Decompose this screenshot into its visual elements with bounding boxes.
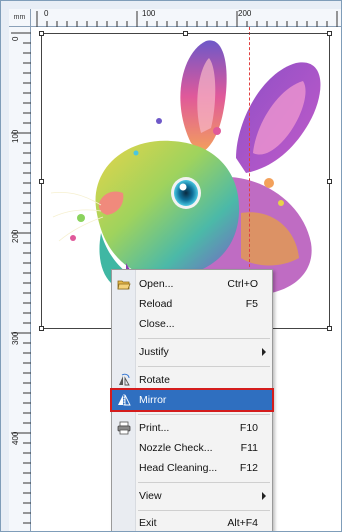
menu-item-label: View: [139, 490, 162, 502]
menu-item-label: Close...: [139, 318, 175, 330]
folder-open-icon: [117, 280, 131, 290]
context-menu: Open... Ctrl+O Reload F5 Close... Justif…: [110, 269, 274, 531]
ruler-left-label-400: 400: [11, 431, 20, 445]
mirror-icon: [118, 394, 131, 406]
menu-separator: [138, 366, 270, 367]
menu-item-shortcut: F11: [240, 442, 258, 454]
menu-item-reload[interactable]: Reload F5: [112, 294, 272, 314]
menu-item-label: Print...: [139, 422, 170, 434]
menu-item-open[interactable]: Open... Ctrl+O: [112, 274, 272, 294]
menu-item-view[interactable]: View: [112, 486, 272, 506]
ruler-left-label-0: 0: [11, 36, 20, 41]
menu-item-label: Open...: [139, 278, 174, 290]
vertical-ruler-ticks: [11, 32, 31, 524]
rotate-icon: [119, 373, 130, 386]
menu-item-label: Rotate: [139, 374, 170, 386]
resize-handle[interactable]: [39, 179, 44, 184]
ruler-left-label-100: 100: [11, 129, 20, 143]
submenu-arrow-icon: [262, 348, 266, 356]
menu-item-mirror[interactable]: Mirror: [110, 388, 274, 412]
horizontal-ruler-ticks: [36, 11, 338, 27]
menu-item-shortcut: Alt+F4: [227, 517, 258, 529]
menu-item-print[interactable]: Print... F10: [112, 418, 272, 438]
horizontal-ruler: 0 100 200: [31, 9, 341, 27]
menu-item-shortcut: F12: [239, 462, 258, 474]
resize-handle[interactable]: [327, 31, 332, 36]
menu-item-label: Nozzle Check...: [139, 442, 213, 454]
menu-item-shortcut: Ctrl+O: [227, 278, 258, 290]
menu-item-shortcut: F5: [245, 298, 258, 310]
menu-separator: [138, 510, 270, 511]
ruler-top-label-100: 100: [142, 9, 156, 18]
app-window: mm 0 100 200 0 100 200 300 400 Open... C…: [0, 0, 342, 532]
menu-item-head-cleaning[interactable]: Head Cleaning... F12: [112, 458, 272, 478]
menu-item-shortcut: F10: [239, 422, 258, 434]
resize-handle[interactable]: [183, 31, 188, 36]
menu-item-exit[interactable]: Exit Alt+F4: [112, 513, 272, 531]
menu-item-rotate[interactable]: Rotate: [112, 370, 272, 390]
ruler-left-label-300: 300: [11, 331, 20, 345]
menu-item-label: Justify: [139, 346, 169, 358]
menu-item-label: Reload: [139, 298, 173, 310]
ruler-unit: mm: [9, 9, 31, 27]
menu-item-label: Mirror: [139, 394, 167, 406]
menu-item-nozzle-check[interactable]: Nozzle Check... F11: [112, 438, 272, 458]
menu-separator: [138, 414, 270, 415]
menu-separator: [138, 482, 270, 483]
menu-item-label: Head Cleaning...: [139, 462, 218, 474]
submenu-arrow-icon: [262, 492, 266, 500]
ruler-top-label-200: 200: [238, 9, 252, 18]
menu-item-label: Exit: [139, 517, 157, 529]
menu-item-justify[interactable]: Justify: [112, 342, 272, 362]
menu-separator: [138, 338, 270, 339]
vertical-ruler: 0 100 200 300 400: [9, 27, 31, 531]
ruler-top-label-0: 0: [44, 9, 49, 18]
resize-handle[interactable]: [327, 326, 332, 331]
printer-icon: [117, 421, 131, 435]
resize-handle[interactable]: [39, 31, 44, 36]
resize-handle[interactable]: [327, 179, 332, 184]
resize-handle[interactable]: [39, 326, 44, 331]
ruler-left-label-200: 200: [11, 229, 20, 243]
menu-item-close[interactable]: Close...: [112, 314, 272, 334]
